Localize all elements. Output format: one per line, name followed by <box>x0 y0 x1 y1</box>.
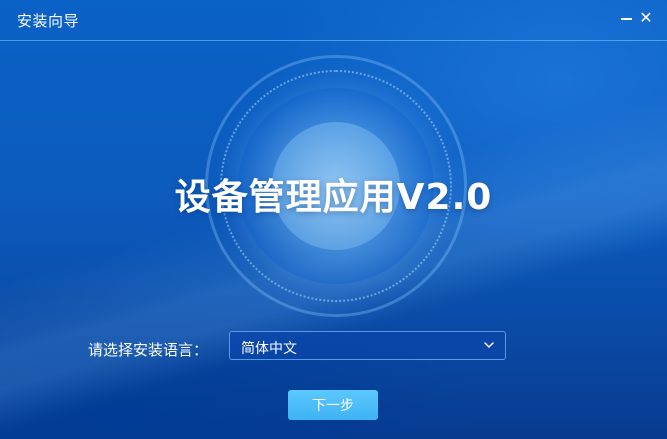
installer-window: 安装向导 ✕ 设备管理应用V2.0 请选择安装语言： 简体中文 下一步 <box>0 0 667 439</box>
window-title: 安装向导 <box>17 12 80 30</box>
close-icon: ✕ <box>639 8 653 27</box>
title-bar: 安装向导 ✕ <box>0 0 667 41</box>
language-select[interactable]: 简体中文 <box>229 331 506 360</box>
minimize-button[interactable] <box>617 8 635 28</box>
app-title: 设备管理应用V2.0 <box>174 177 493 218</box>
chevron-down-icon <box>484 342 494 348</box>
language-label: 请选择安装语言： <box>88 341 209 359</box>
minimize-icon <box>620 18 632 20</box>
close-button[interactable]: ✕ <box>637 8 655 28</box>
language-selected-value: 简体中文 <box>241 341 297 357</box>
next-button[interactable]: 下一步 <box>288 390 378 420</box>
